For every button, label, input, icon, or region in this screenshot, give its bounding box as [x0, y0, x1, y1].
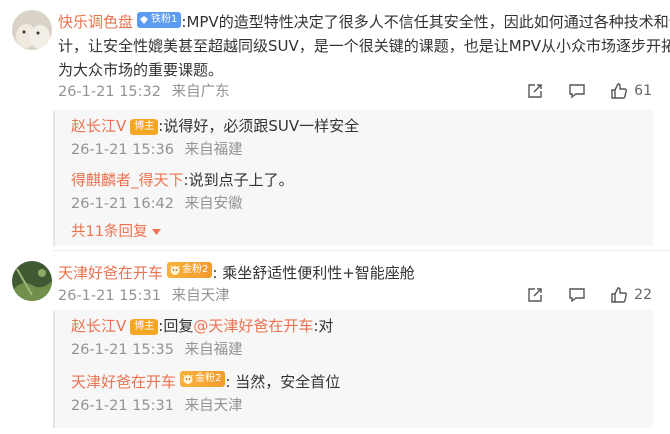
reply-list: 赵长江V 博主:说得好，必须跟SUV一样安全 26-1-21 15:36 来自福建…: [53, 110, 653, 246]
comment-header: 快乐调色盘 铁粉1:MPV的造型特性决定了很多人不信任其安全性，因此如何通过各种技…: [58, 10, 670, 34]
more-replies-link[interactable]: 共11条回复: [71, 220, 162, 243]
comment-actions: 61: [526, 82, 652, 100]
comment-location: 来自天津: [171, 288, 230, 304]
host-badge: 博主: [130, 119, 159, 135]
thumbs-up-icon: [610, 82, 628, 100]
reply-time: 26-1-21 16:42: [71, 196, 174, 212]
like-count: 22: [634, 287, 652, 303]
fan-badge[interactable]: 铁粉1: [137, 12, 182, 28]
reply-username[interactable]: 得麒麟者_得天下: [71, 171, 184, 189]
avatar[interactable]: [12, 261, 52, 301]
mention-link[interactable]: @天津好爸在开车: [193, 317, 313, 335]
reply-text: :说到点子上了。: [183, 171, 294, 189]
reply-location: 来自天津: [184, 398, 243, 414]
comment-header: 天津好爸在开车 金粉2: 乘坐舒适性便利性+智能座舱: [58, 261, 415, 285]
thumbs-up-icon: [610, 286, 628, 304]
reply-time: 26-1-21 15:35: [71, 342, 174, 358]
comment-time: 26-1-21 15:31: [58, 288, 161, 304]
reply-text: :说得好，必须跟SUV一样安全: [158, 117, 360, 135]
reply-prefix: :回复: [158, 317, 194, 335]
reply-username[interactable]: 赵长江V: [71, 117, 126, 135]
reply-location: 来自安徽: [184, 196, 243, 212]
reply-list: 赵长江V 博主:回复@天津好爸在开车:对 26-1-21 15:35 来自福建 天…: [53, 310, 653, 428]
comment-text: : 乘坐舒适性便利性+智能座舱: [212, 264, 415, 282]
gold-fan-badge[interactable]: 金粉2: [167, 262, 213, 278]
comment-actions: 22: [526, 286, 652, 304]
comment-text: :MPV的造型特性决定了很多人不信任其安全性，因此如何通过各种技术和设: [181, 13, 670, 31]
like-button[interactable]: 61: [610, 82, 652, 100]
diamond-icon: [139, 15, 149, 25]
reply-text: : 当然，安全首位: [225, 373, 341, 391]
share-icon: [526, 82, 544, 100]
dog-icon: [182, 373, 194, 385]
dog-icon: [169, 264, 181, 276]
comment-time: 26-1-21 15:32: [58, 84, 161, 100]
comment-meta: 26-1-21 15:32 来自广东: [58, 81, 230, 103]
host-badge: 博主: [130, 319, 159, 335]
avatar[interactable]: [12, 10, 52, 50]
comment-text-line: 计，让安全性媲美甚至超越同级SUV，是一个很关键的课题，也是让MPV从小众市场逐…: [58, 37, 670, 55]
like-count: 61: [634, 83, 652, 99]
divider: [53, 250, 670, 251]
reply-text: :对: [313, 317, 334, 335]
reply-username[interactable]: 天津好爸在开车: [71, 373, 176, 391]
gold-fan-badge[interactable]: 金粉2: [180, 371, 226, 387]
like-button[interactable]: 22: [610, 286, 652, 304]
comment-username[interactable]: 快乐调色盘: [58, 13, 133, 31]
reply-location: 来自福建: [184, 342, 243, 358]
share-button[interactable]: [526, 82, 544, 100]
comment-button[interactable]: [568, 82, 586, 100]
comment-username[interactable]: 天津好爸在开车: [58, 264, 163, 282]
comment-location: 来自广东: [171, 84, 230, 100]
reply-location: 来自福建: [184, 142, 243, 158]
chevron-down-icon: [152, 220, 162, 242]
comment-icon: [568, 286, 586, 304]
share-icon: [526, 286, 544, 304]
comment-icon: [568, 82, 586, 100]
reply-time: 26-1-21 15:36: [71, 142, 174, 158]
reply-username[interactable]: 赵长江V: [71, 317, 126, 335]
share-button[interactable]: [526, 286, 544, 304]
comment-button[interactable]: [568, 286, 586, 304]
reply-time: 26-1-21 15:31: [71, 398, 174, 414]
comment-meta: 26-1-21 15:31 来自天津: [58, 285, 230, 307]
comment-text-line: 为大众市场的重要课题。: [58, 61, 224, 79]
